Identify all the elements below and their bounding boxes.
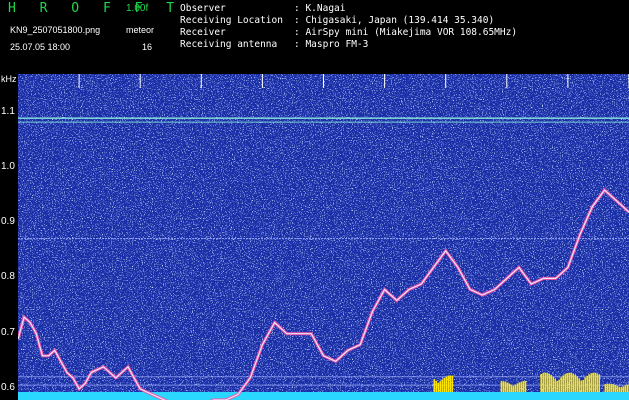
echo-column bbox=[540, 373, 543, 392]
y-tick-label: 0.8 bbox=[1, 271, 15, 283]
info-antenna: Receiving antenna : Maspro FM-3 bbox=[180, 39, 368, 50]
echo-column bbox=[566, 373, 569, 392]
echo-column bbox=[550, 374, 553, 392]
echo-column bbox=[524, 380, 527, 392]
echo-column bbox=[590, 373, 593, 392]
echo-column bbox=[562, 375, 565, 392]
echo-column bbox=[433, 379, 436, 392]
echo-column bbox=[546, 372, 549, 392]
echo-column bbox=[520, 381, 523, 392]
echo-column bbox=[592, 372, 595, 392]
echo-column bbox=[512, 385, 515, 392]
echo-column bbox=[618, 386, 621, 392]
echo-column bbox=[606, 383, 609, 392]
echo-column bbox=[445, 376, 448, 392]
meteor-label: meteor bbox=[126, 25, 155, 35]
echo-column bbox=[437, 382, 440, 392]
echo-column bbox=[594, 372, 597, 392]
echo-column bbox=[514, 384, 517, 392]
echo-column bbox=[572, 373, 575, 392]
y-tick-label: 0.6 bbox=[1, 381, 15, 393]
info-label: Receiving Location bbox=[180, 15, 283, 26]
info-value: : AirSpy mini (Miakejima VOR 108.65MHz) bbox=[294, 27, 518, 38]
echo-column bbox=[443, 377, 446, 392]
app-version: 1.00f bbox=[126, 3, 149, 14]
echo-column bbox=[508, 383, 511, 392]
echo-column bbox=[570, 372, 573, 392]
echo-column bbox=[622, 386, 625, 392]
echo-column bbox=[506, 382, 509, 392]
echo-column bbox=[451, 375, 454, 392]
echo-column bbox=[620, 387, 623, 392]
date-time: 25.07.05 18:00 bbox=[10, 42, 71, 52]
info-value: : Maspro FM-3 bbox=[294, 39, 369, 50]
echo-column bbox=[449, 375, 452, 392]
echo-column bbox=[626, 384, 629, 392]
echo-column bbox=[510, 384, 513, 392]
y-tick-label: 1.0 bbox=[1, 160, 15, 172]
y-tick-label: 0.9 bbox=[1, 216, 15, 228]
hrofft-window: H R O F F T 1.00f KN9_2507051800.png 25.… bbox=[0, 0, 629, 400]
file-name: KN9_2507051800.png bbox=[10, 25, 101, 35]
info-observer: Observer : K.Nagai bbox=[180, 3, 345, 14]
echo-column bbox=[554, 378, 557, 392]
echo-column bbox=[612, 384, 615, 392]
echo-column bbox=[568, 372, 571, 392]
echo-column bbox=[608, 383, 611, 392]
echo-column bbox=[500, 380, 503, 392]
header-panel: H R O F F T 1.00f KN9_2507051800.png 25.… bbox=[0, 0, 629, 74]
echo-column bbox=[516, 383, 519, 392]
y-tick-label: 0.7 bbox=[1, 326, 15, 338]
noise-layer bbox=[18, 74, 629, 400]
echo-column bbox=[552, 376, 555, 392]
echo-column bbox=[584, 377, 587, 392]
info-label: Receiving antenna bbox=[180, 39, 278, 50]
info-label: Receiver bbox=[180, 27, 226, 38]
spectrogram bbox=[18, 74, 629, 400]
echo-column bbox=[548, 373, 551, 392]
app-logo: H R O F F T bbox=[8, 1, 183, 16]
baseline-band bbox=[18, 392, 629, 400]
info-receiver: Receiver : AirSpy mini (Miakejima VOR 108… bbox=[180, 27, 517, 38]
echo-column bbox=[447, 375, 450, 392]
echo-column bbox=[624, 385, 627, 392]
y-axis-unit: kHz bbox=[1, 74, 17, 84]
info-value: : K.Nagai bbox=[294, 3, 346, 14]
echo-column bbox=[504, 381, 507, 392]
echo-column bbox=[518, 382, 521, 392]
echo-column bbox=[574, 374, 577, 392]
echo-column bbox=[580, 380, 583, 392]
echo-column bbox=[435, 380, 438, 392]
echo-column bbox=[610, 383, 613, 392]
echo-column bbox=[586, 375, 589, 392]
echo-column bbox=[582, 379, 585, 392]
echo-column bbox=[558, 379, 561, 392]
info-location: Receiving Location : Chigasaki, Japan (13… bbox=[180, 15, 494, 26]
echo-column bbox=[576, 376, 579, 392]
echo-column bbox=[588, 374, 591, 392]
echo-column bbox=[598, 374, 601, 392]
info-label: Observer bbox=[180, 3, 226, 14]
echo-column bbox=[522, 381, 525, 392]
echo-column bbox=[596, 373, 599, 392]
echo-column bbox=[502, 381, 505, 392]
echo-column bbox=[441, 379, 444, 392]
echo-column bbox=[544, 372, 547, 392]
echo-column bbox=[560, 377, 563, 392]
meteor-count: 16 bbox=[141, 42, 152, 52]
echo-column bbox=[556, 380, 559, 392]
echo-column bbox=[604, 384, 607, 392]
echo-column bbox=[542, 373, 545, 392]
echo-column bbox=[614, 384, 617, 392]
echo-column bbox=[564, 374, 567, 392]
echo-column bbox=[439, 381, 442, 392]
info-value: : Chigasaki, Japan (139.414 35.340) bbox=[294, 15, 495, 26]
echo-column bbox=[578, 378, 581, 392]
echo-column bbox=[616, 385, 619, 392]
y-tick-label: 1.1 bbox=[1, 105, 15, 117]
